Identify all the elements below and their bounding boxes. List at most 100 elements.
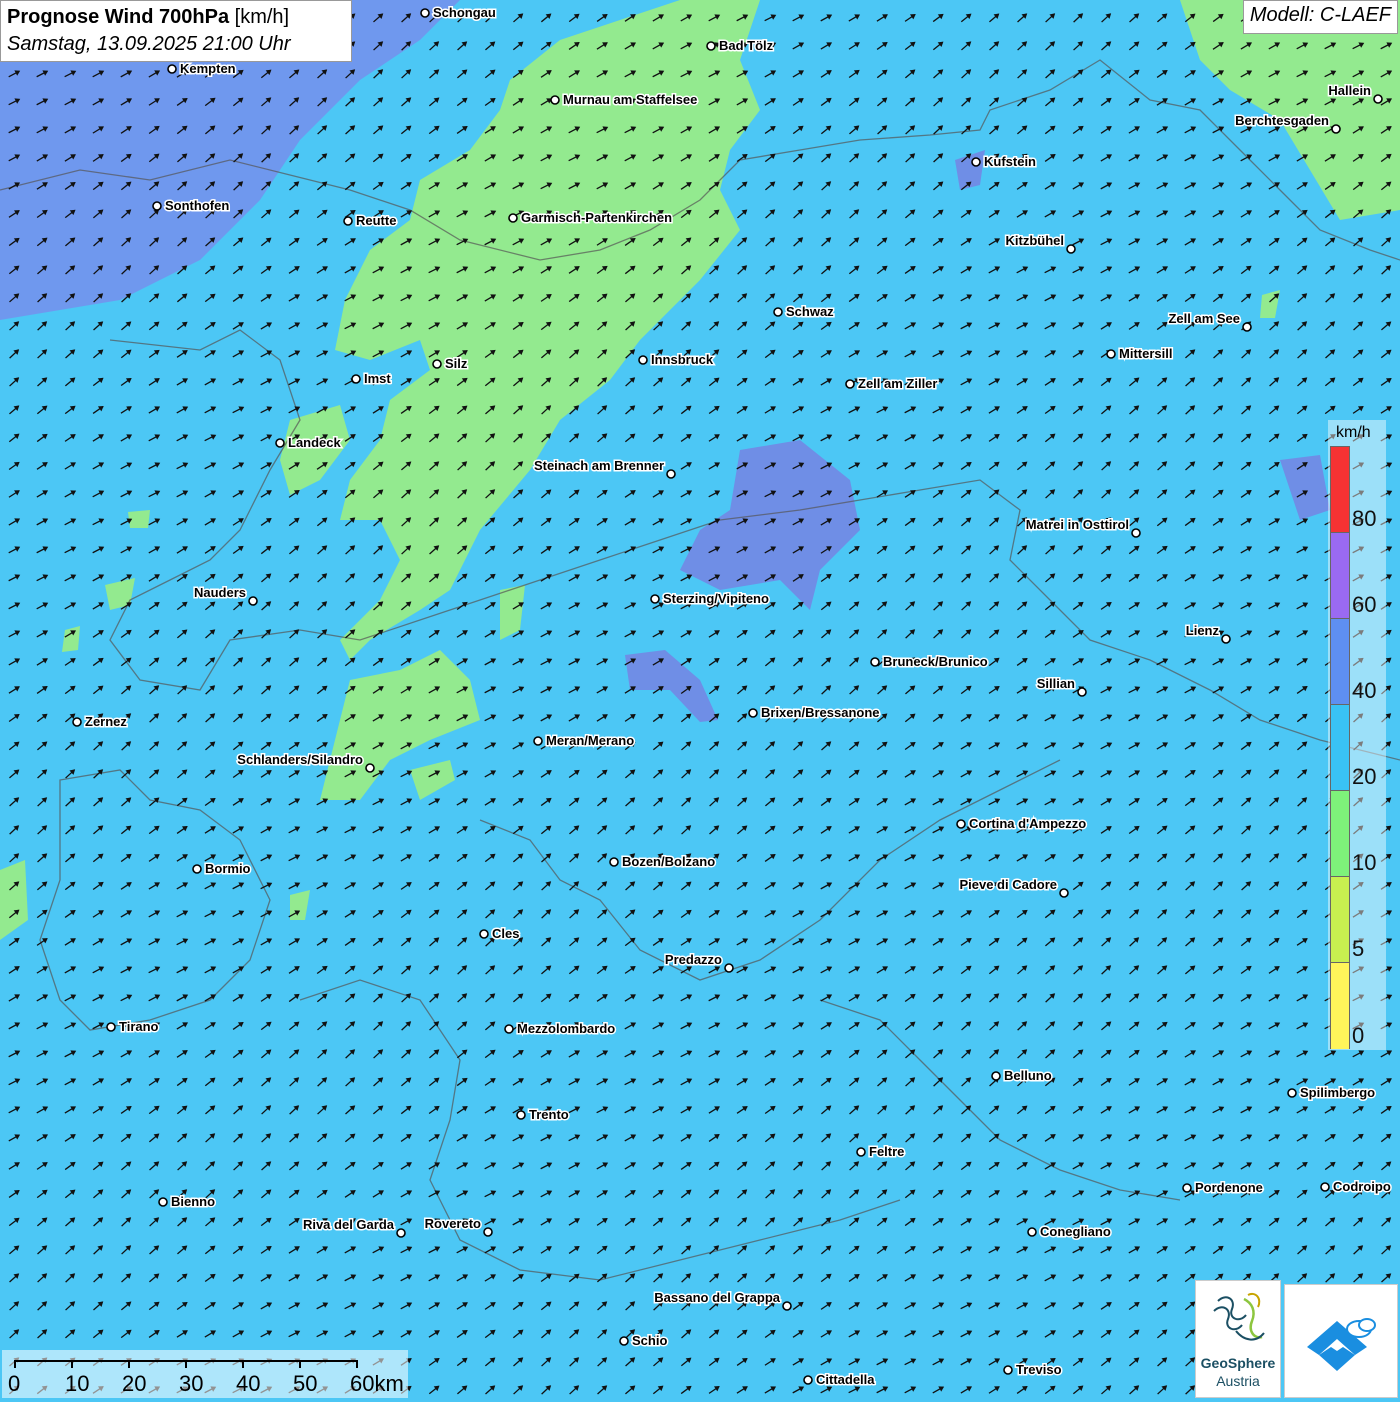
city-dot — [1077, 687, 1087, 697]
scale-tick — [14, 1360, 16, 1368]
city-label: Spilimbergo — [1300, 1085, 1375, 1100]
city-label: Bormio — [205, 861, 251, 876]
city-label: Zernez — [85, 714, 127, 729]
austria-text: Austria — [1216, 1373, 1260, 1389]
city-label: Pieve di Cadore — [959, 877, 1057, 892]
city-label: Conegliano — [1040, 1224, 1111, 1239]
city-dot — [432, 359, 442, 369]
city-dot — [192, 864, 202, 874]
city-label: Pordenone — [1195, 1180, 1263, 1195]
city-dot — [1059, 888, 1069, 898]
map-title: Prognose Wind 700hPa [km/h] — [7, 4, 345, 30]
legend-color-bar — [1330, 446, 1350, 1049]
city-dot — [248, 596, 258, 606]
city-dot — [782, 1301, 792, 1311]
city-label: Cles — [492, 926, 519, 941]
scale-tick — [71, 1360, 73, 1368]
city-dot — [1242, 322, 1252, 332]
legend-label: 80 — [1352, 506, 1377, 531]
city-label: Schlanders/Silandro — [237, 752, 363, 767]
city-label: Bad Tölz — [719, 38, 774, 53]
city-label: Codroipo — [1333, 1179, 1391, 1194]
city-dot — [351, 374, 361, 384]
city-label: Imst — [364, 371, 391, 386]
city-dot — [483, 1227, 493, 1237]
city-label: Mittersill — [1119, 346, 1172, 361]
legend-label: 40 — [1352, 678, 1377, 703]
city-dot — [508, 213, 518, 223]
scale-label: 0 — [8, 1371, 21, 1396]
scale-tick — [128, 1360, 130, 1368]
city-dot — [1221, 634, 1231, 644]
city-label: Reutte — [356, 213, 396, 228]
city-label: Schwaz — [786, 304, 834, 319]
city-label: Bruneck/Brunico — [883, 654, 988, 669]
city-dot — [420, 8, 430, 18]
title-box: Prognose Wind 700hPa [km/h] Samstag, 13.… — [0, 0, 352, 62]
legend-swatch — [1331, 619, 1349, 705]
city-dot — [1331, 124, 1341, 134]
city-dot — [167, 64, 177, 74]
city-dot — [666, 469, 676, 479]
legend-swatch — [1331, 791, 1349, 877]
city-label: Brixen/Bressanone — [761, 705, 880, 720]
geosphere-text: GeoSphere — [1200, 1355, 1276, 1371]
city-label: Kempten — [180, 61, 236, 76]
scale-label: 20 — [122, 1371, 147, 1396]
city-marker: Innsbruck — [638, 351, 715, 369]
city-dot — [479, 929, 489, 939]
city-marker: Cortina d'Ampezzo — [956, 815, 1088, 833]
city-marker: Zell am Ziller — [845, 375, 939, 393]
title-unit: [km/h] — [234, 6, 290, 28]
city-dot — [1131, 528, 1141, 538]
city-label: Feltre — [869, 1144, 904, 1159]
city-dot — [1106, 349, 1116, 359]
city-label: Lienz — [1186, 623, 1220, 638]
city-label: Innsbruck — [651, 352, 714, 367]
city-dot — [1287, 1088, 1297, 1098]
city-label: Meran/Merano — [546, 733, 634, 748]
city-marker: Brixen/Bressanone — [748, 704, 881, 722]
city-label: Landeck — [288, 435, 342, 450]
city-dot — [550, 95, 560, 105]
city-label: Matrei in Osttirol — [1026, 517, 1129, 532]
scale-label: 50 — [293, 1371, 318, 1396]
city-label: Mezzolombardo — [517, 1021, 615, 1036]
city-dot — [106, 1022, 116, 1032]
legend-label: 5 — [1352, 936, 1365, 961]
city-label: Silz — [445, 356, 468, 371]
city-dot — [870, 657, 880, 667]
model-label: Modell: C-LAEF — [1242, 0, 1398, 34]
scale-bar: 0 10 20 30 40 50 60km — [2, 1350, 408, 1398]
legend-swatch — [1331, 533, 1349, 619]
city-dot — [1182, 1183, 1192, 1193]
forecast-datetime: Samstag, 13.09.2025 21:00 Uhr — [7, 33, 291, 55]
city-label: Belluno — [1004, 1068, 1052, 1083]
city-label: Rovereto — [425, 1216, 481, 1231]
weather-app-logo — [1284, 1284, 1398, 1398]
scale-tick — [356, 1360, 358, 1368]
city-label: Bozen/Bolzano — [622, 854, 715, 869]
scale-label: 10 — [65, 1371, 90, 1396]
city-label: Sterzing/Vipiteno — [663, 591, 769, 606]
city-label: Hallein — [1328, 83, 1371, 98]
city-marker: Conegliano — [1027, 1223, 1112, 1241]
city-dot — [991, 1071, 1001, 1081]
city-dot — [650, 594, 660, 604]
scale-label: 60km — [350, 1371, 404, 1396]
city-dot — [1027, 1227, 1037, 1237]
city-dot — [152, 201, 162, 211]
city-dot — [724, 963, 734, 973]
legend-swatch — [1331, 447, 1349, 533]
city-dot — [1003, 1365, 1013, 1375]
city-label: Bienno — [171, 1194, 215, 1209]
scale-label: 40 — [236, 1371, 261, 1396]
city-label: Cittadella — [816, 1372, 875, 1387]
city-marker: Bruneck/Brunico — [870, 653, 989, 671]
scale-tick — [299, 1360, 301, 1368]
city-dot — [1320, 1182, 1330, 1192]
city-label: Cortina d'Ampezzo — [969, 816, 1086, 831]
city-label: Predazzo — [665, 952, 722, 967]
city-marker: Sterzing/Vipiteno — [650, 590, 770, 608]
city-label: Kufstein — [984, 154, 1036, 169]
